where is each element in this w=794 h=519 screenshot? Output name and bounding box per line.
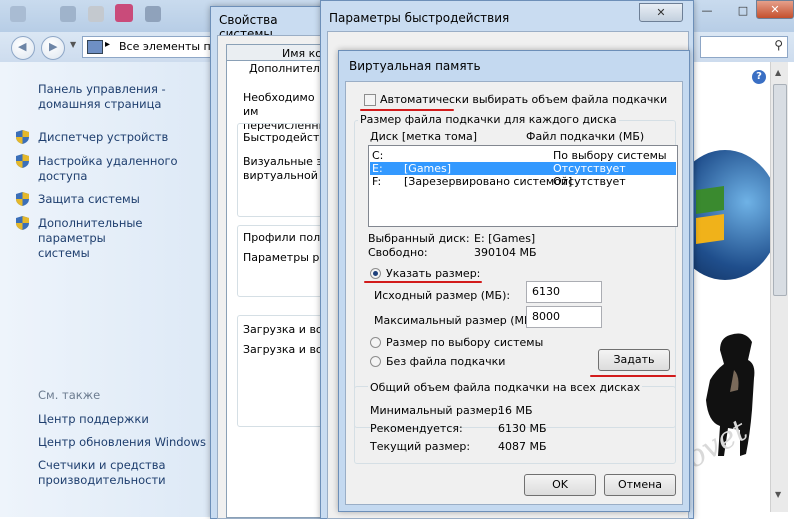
highlight-underline-auto <box>360 109 454 111</box>
min-size-label: Минимальный размер: <box>370 404 502 417</box>
explorer-maximize-icon[interactable]: □ <box>728 4 758 20</box>
boot-text: Загрузка и во <box>243 343 323 356</box>
custom-size-label[interactable]: Указать размер: <box>386 267 480 280</box>
see-also-title: См. также <box>38 388 101 402</box>
right-scrollbar[interactable]: ▲ ▼ <box>770 62 788 512</box>
free-space-value: 390104 МБ <box>474 246 537 259</box>
virtual-memory-dialog: Виртуальная память Автоматически выбират… <box>338 50 690 512</box>
selected-disk-label: Выбранный диск: <box>368 232 470 245</box>
initial-size-input[interactable]: 6130 <box>526 281 602 303</box>
shield-icon <box>16 130 29 144</box>
history-dropdown-icon[interactable]: ▼ <box>70 40 76 49</box>
recommended-value: 6130 МБ <box>498 422 547 435</box>
system-properties-window: Свойства системы Имя ко Дополнительн Нео… <box>210 6 339 519</box>
shield-icon <box>16 154 29 168</box>
address-field[interactable]: ▸ Все элементы па <box>82 36 217 58</box>
custom-size-radio[interactable] <box>370 268 381 279</box>
recommended-label: Рекомендуется: <box>370 422 463 435</box>
auto-size-checkbox[interactable] <box>364 94 376 106</box>
windows-update-link[interactable]: Центр обновления Windows <box>38 435 206 450</box>
left-nav-pane: Панель управления - домашняя страница Ди… <box>0 62 210 517</box>
shield-icon <box>16 216 29 230</box>
breadcrumb-chevron-icon: ▸ <box>105 39 111 50</box>
no-paging-file-radio[interactable] <box>370 356 381 367</box>
app-icon-5[interactable] <box>145 6 161 22</box>
ok-button[interactable]: OK <box>524 474 596 496</box>
back-arrow-icon: ◀ <box>18 40 27 53</box>
group-boot-title: Загрузка и во <box>243 323 323 336</box>
control-panel-home-link[interactable]: Панель управления - домашняя страница <box>38 82 198 112</box>
app-icon-1[interactable] <box>10 6 26 22</box>
system-managed-label[interactable]: Размер по выбору системы <box>386 336 543 349</box>
forward-arrow-icon: ▶ <box>49 40 58 53</box>
explorer-close-button[interactable]: ✕ <box>756 0 794 19</box>
system-properties-client: Имя ко Дополнительн Необходимо им перечи… <box>217 35 339 519</box>
scroll-up-icon[interactable]: ▲ <box>775 68 781 77</box>
set-button[interactable]: Задать <box>598 349 670 371</box>
drive-row-f[interactable]: F: [Зарезервировано системой] Отсутствуе… <box>370 175 676 188</box>
current-size-value: 4087 МБ <box>498 440 547 453</box>
scroll-thumb[interactable] <box>773 84 787 296</box>
scroll-down-icon[interactable]: ▼ <box>775 490 781 499</box>
remote-settings-link[interactable]: Настройка удаленного доступа <box>38 154 203 184</box>
initial-size-label: Исходный размер (МБ): <box>374 289 511 302</box>
back-button[interactable]: ◀ <box>11 36 35 60</box>
forward-button[interactable]: ▶ <box>41 36 65 60</box>
breadcrumb[interactable]: Все элементы па <box>119 40 217 53</box>
col-file-header: Файл подкачки (МБ) <box>526 130 645 143</box>
group-performance-title: Быстродейств <box>243 131 326 144</box>
search-field[interactable]: ⚲ <box>700 36 788 58</box>
shield-icon <box>16 192 29 206</box>
highlight-underline-custom <box>364 281 482 283</box>
performance-text: Визуальные э виртуальной п <box>243 155 329 182</box>
advanced-settings-link[interactable]: Дополнительные параметры системы <box>38 216 208 261</box>
total-group-title: Общий объем файла подкачки на всех диска… <box>368 381 643 394</box>
col-disk-header: Диск [метка тома] <box>370 130 478 143</box>
search-icon[interactable]: ⚲ <box>774 38 783 52</box>
windows-logo-icon <box>690 150 770 290</box>
min-size-value: 16 МБ <box>498 404 533 417</box>
explorer-minimize-icon[interactable]: — <box>692 4 722 20</box>
app-icon-4[interactable] <box>115 4 133 22</box>
virtual-memory-client: Автоматически выбирать объем файла подка… <box>345 81 683 505</box>
max-size-input[interactable]: 8000 <box>526 306 602 328</box>
profiles-text: Параметры ра <box>243 251 327 264</box>
virtual-memory-title: Виртуальная память <box>349 59 481 73</box>
free-space-label: Свободно: <box>368 246 428 259</box>
app-icon-3[interactable] <box>88 6 104 22</box>
device-manager-link[interactable]: Диспетчер устройств <box>38 130 168 145</box>
performance-options-close-button[interactable]: ✕ <box>639 3 683 22</box>
app-icon-2[interactable] <box>60 6 76 22</box>
drive-row-c[interactable]: C: По выбору системы <box>370 149 676 162</box>
performance-tools-link[interactable]: Счетчики и средства производительности <box>38 458 203 488</box>
auto-size-label[interactable]: Автоматически выбирать объем файла подка… <box>380 93 667 106</box>
drive-row-e-selected[interactable]: E: [Games] Отсутствует <box>370 162 676 175</box>
per-drive-group-title: Размер файла подкачки для каждого диска <box>358 113 619 126</box>
selected-disk-value: E: [Games] <box>474 232 536 245</box>
drive-list[interactable]: C: По выбору системы E: [Games] Отсутств… <box>368 145 678 227</box>
group-profiles-title: Профили поль <box>243 231 327 244</box>
control-panel-icon <box>87 40 103 54</box>
current-size-label: Текущий размер: <box>370 440 471 453</box>
system-managed-radio[interactable] <box>370 337 381 348</box>
system-protection-link[interactable]: Защита системы <box>38 192 140 207</box>
highlight-underline-set <box>590 375 676 377</box>
no-paging-file-label[interactable]: Без файла подкачки <box>386 355 505 368</box>
tab-panel: Дополнительн Необходимо им перечисленны … <box>226 60 339 518</box>
cancel-button[interactable]: Отмена <box>604 474 676 496</box>
performance-options-title: Параметры быстродействия <box>329 11 510 25</box>
max-size-label: Максимальный размер (МБ): <box>374 314 540 327</box>
tab-computer-name[interactable]: Имя ко <box>226 44 334 61</box>
action-center-link[interactable]: Центр поддержки <box>38 412 149 427</box>
help-icon[interactable]: ? <box>752 70 766 84</box>
